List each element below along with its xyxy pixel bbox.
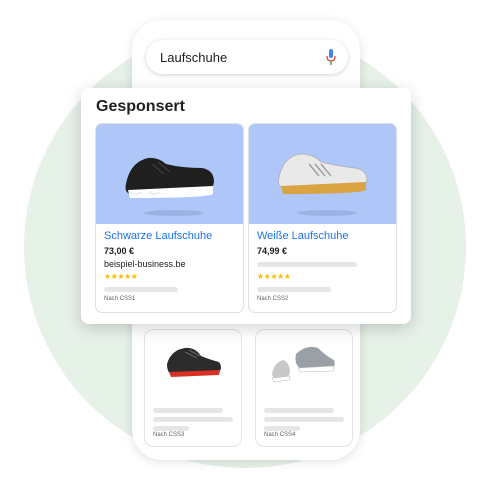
search-input[interactable]: Laufschuhe — [160, 50, 227, 65]
mic-icon[interactable] — [326, 49, 336, 65]
rating-stars: ★★★★★ — [257, 272, 291, 281]
product-image — [145, 330, 241, 404]
result-label: Nach CSS4 — [264, 432, 296, 438]
product-image — [249, 124, 396, 224]
result-card-4[interactable]: Nach CSS4 — [256, 330, 352, 446]
product-image — [96, 124, 243, 224]
black-shoe-icon — [125, 157, 214, 198]
result-label: Nach CSS3 — [153, 432, 185, 438]
sponsored-panel: Gesponsert Schwarze Laufschuhe 73,00 € b… — [81, 88, 411, 324]
result-card-3[interactable]: Nach CSS3 — [145, 330, 241, 446]
ad-card-1[interactable]: Schwarze Laufschuhe 73,00 € beispiel-bus… — [96, 124, 243, 312]
rating-stars: ★★★★★ — [104, 272, 138, 281]
grey-shoe-pair-icon — [271, 346, 335, 383]
search-bar[interactable]: Laufschuhe — [146, 40, 348, 74]
ad-price: 73,00 € — [104, 246, 135, 256]
ad-price: 74,99 € — [257, 246, 288, 256]
ad-shop: beispiel-business.be — [104, 259, 186, 269]
ad-label: Nach CSS1 — [104, 296, 136, 302]
black-red-shoe-icon — [167, 347, 221, 377]
sponsored-title: Gesponsert — [96, 98, 185, 115]
ad-product-name[interactable]: Weiße Laufschuhe — [257, 230, 349, 242]
ad-card-2[interactable]: Weiße Laufschuhe 74,99 € ★★★★★ Nach CSS2 — [249, 124, 396, 312]
white-shoe-icon — [278, 153, 368, 194]
product-image — [256, 330, 352, 404]
ad-product-name[interactable]: Schwarze Laufschuhe — [104, 230, 212, 242]
ad-label: Nach CSS2 — [257, 296, 289, 302]
